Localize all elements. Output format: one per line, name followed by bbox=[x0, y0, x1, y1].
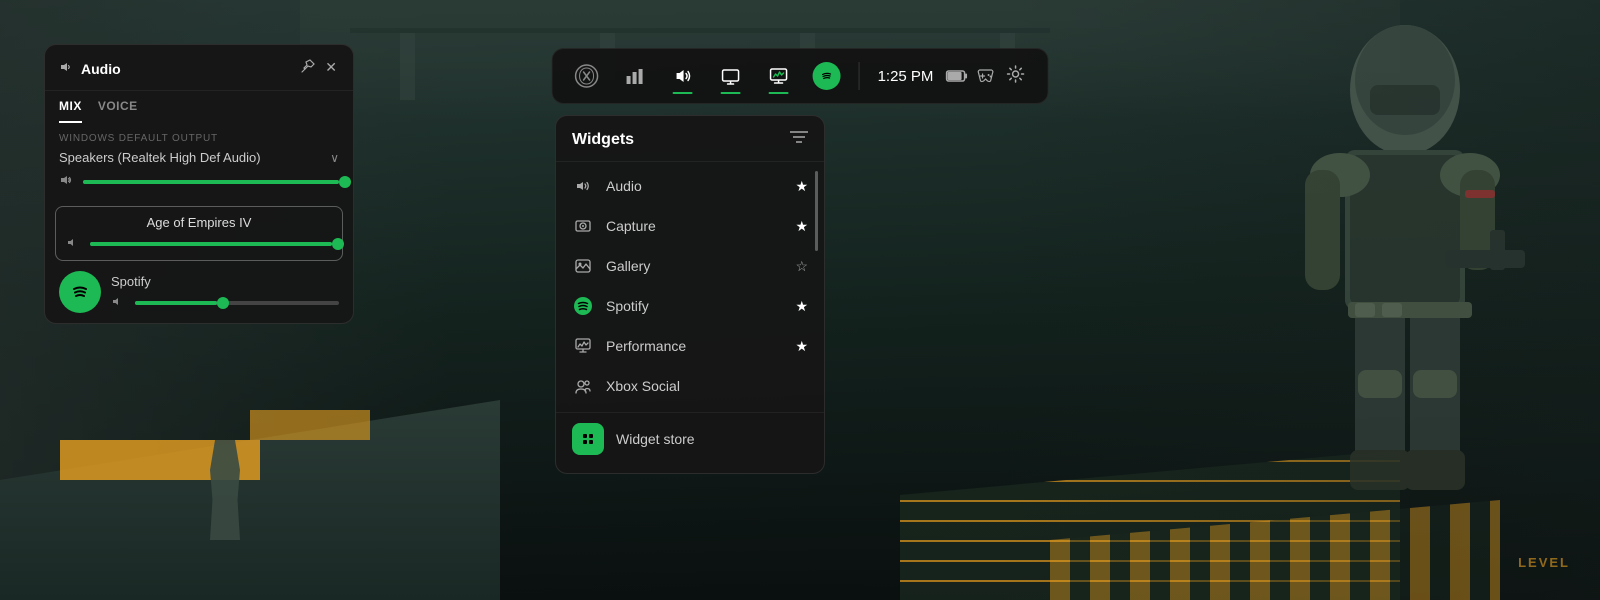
output-label: WINDOWS DEFAULT OUTPUT bbox=[45, 123, 353, 148]
spotify-audio-row: Spotify bbox=[45, 265, 353, 323]
widget-item-xbox-social[interactable]: Xbox Social ☆ bbox=[556, 366, 824, 406]
screen-button[interactable] bbox=[709, 54, 753, 98]
age-of-empires-item: Age of Empires IV bbox=[55, 206, 343, 261]
spotify-info: Spotify bbox=[111, 274, 339, 311]
speaker-vol-icon bbox=[59, 173, 75, 190]
gamebar: 1:25 PM bbox=[552, 48, 1049, 104]
spotify-vol-icon bbox=[111, 295, 127, 311]
widget-store-item[interactable]: Widget store bbox=[556, 412, 824, 465]
widgets-divider bbox=[556, 161, 824, 162]
speaker-volume-row bbox=[45, 173, 353, 202]
store-icon bbox=[572, 423, 604, 455]
audio-title-icon bbox=[59, 60, 73, 77]
level-text: LEVEL bbox=[1518, 555, 1570, 570]
widget-audio-star[interactable]: ★ bbox=[795, 178, 808, 195]
audio-panel-actions: ✕ bbox=[299, 57, 339, 80]
status-icons bbox=[945, 69, 995, 83]
widget-gallery-icon bbox=[572, 255, 594, 277]
audio-tabs: MIX VOICE bbox=[45, 91, 353, 123]
aoe-volume-row bbox=[66, 236, 332, 252]
widgets-title: Widgets bbox=[572, 131, 634, 149]
speaker-chevron[interactable]: ∨ bbox=[330, 151, 339, 165]
scroll-indicator bbox=[815, 171, 818, 251]
gamebar-time: 1:25 PM bbox=[878, 68, 934, 85]
widget-gallery-label: Gallery bbox=[606, 258, 650, 274]
spotify-large-icon bbox=[59, 271, 101, 313]
widget-social-label: Xbox Social bbox=[606, 378, 680, 394]
audio-panel-header: Audio ✕ bbox=[45, 45, 353, 91]
settings-button[interactable] bbox=[999, 58, 1031, 95]
controller-icon bbox=[975, 69, 995, 83]
app-name-aoe: Age of Empires IV bbox=[66, 215, 332, 230]
aoe-vol-icon bbox=[66, 236, 82, 252]
widget-capture-star[interactable]: ★ bbox=[795, 218, 808, 235]
speaker-volume-slider[interactable] bbox=[83, 180, 339, 184]
spotify-icon bbox=[813, 62, 841, 90]
widget-spotify-star[interactable]: ★ bbox=[795, 298, 808, 315]
widget-audio-label: Audio bbox=[606, 178, 642, 194]
widget-store-label: Widget store bbox=[616, 431, 695, 447]
spotify-volume-row bbox=[111, 295, 339, 311]
spotify-name: Spotify bbox=[111, 274, 339, 289]
speaker-name: Speakers (Realtek High Def Audio) bbox=[59, 150, 261, 165]
widgets-panel: Widgets Audio ★ bbox=[555, 115, 825, 474]
widget-social-icon bbox=[572, 375, 594, 397]
widget-capture-icon bbox=[572, 215, 594, 237]
audio-panel-title: Audio bbox=[59, 60, 121, 77]
battery-icon bbox=[945, 69, 967, 83]
widget-spotify-icon bbox=[572, 295, 594, 317]
widget-spotify-label: Spotify bbox=[606, 298, 649, 314]
audio-close-button[interactable]: ✕ bbox=[323, 57, 339, 80]
spotify-gamebar-button[interactable] bbox=[805, 54, 849, 98]
performance-button[interactable] bbox=[757, 54, 801, 98]
stats-button[interactable] bbox=[613, 54, 657, 98]
widget-performance-label: Performance bbox=[606, 338, 686, 354]
xbox-button[interactable] bbox=[569, 58, 605, 94]
aoe-volume-slider[interactable] bbox=[90, 242, 332, 246]
widget-item-spotify[interactable]: Spotify ★ bbox=[556, 286, 824, 326]
widget-item-performance[interactable]: Performance ★ bbox=[556, 326, 824, 366]
widget-performance-star[interactable]: ★ bbox=[795, 338, 808, 355]
widget-item-capture[interactable]: Capture ★ bbox=[556, 206, 824, 246]
widget-gallery-star[interactable]: ☆ bbox=[795, 258, 808, 275]
speaker-row: Speakers (Realtek High Def Audio) ∨ bbox=[45, 148, 353, 173]
audio-panel: Audio ✕ MIX VOICE WINDOWS DEFAULT OUTPUT… bbox=[44, 44, 354, 324]
tab-voice[interactable]: VOICE bbox=[98, 99, 138, 123]
widgets-filter-button[interactable] bbox=[790, 130, 808, 149]
audio-pin-button[interactable] bbox=[299, 57, 317, 80]
volume-button[interactable] bbox=[661, 54, 705, 98]
widgets-header: Widgets bbox=[556, 116, 824, 161]
audio-panel-title-text: Audio bbox=[81, 61, 121, 77]
widget-capture-label: Capture bbox=[606, 218, 656, 234]
widget-item-gallery[interactable]: Gallery ☆ bbox=[556, 246, 824, 286]
widget-performance-icon bbox=[572, 335, 594, 357]
spotify-volume-slider[interactable] bbox=[135, 301, 339, 305]
widget-item-audio[interactable]: Audio ★ bbox=[556, 166, 824, 206]
widget-audio-icon bbox=[572, 175, 594, 197]
tab-mix[interactable]: MIX bbox=[59, 99, 82, 123]
divider bbox=[859, 62, 860, 90]
